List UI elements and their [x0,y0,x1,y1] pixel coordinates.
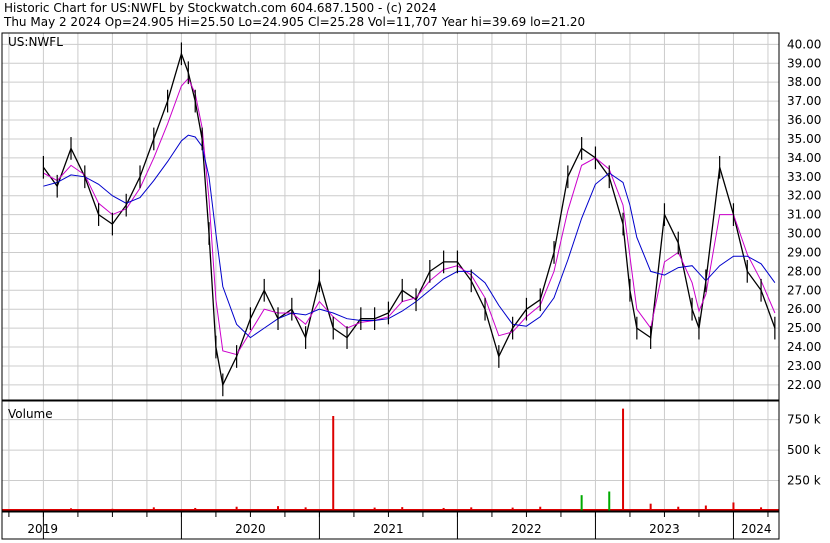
price-tick-label: 26.00 [787,302,821,316]
volume-tick-label: 750 k [787,413,821,427]
price-tick-label: 25.00 [787,321,821,335]
price-tick-label: 39.00 [787,56,821,70]
price-tick-label: 38.00 [787,75,821,89]
ma-long-line [43,134,776,339]
volume-gridlines [2,401,779,511]
year-label: 2022 [511,522,542,536]
symbol-label: US:NWFL [8,35,63,49]
year-label: 2021 [373,522,404,536]
volume-label: Volume [8,407,53,421]
volume-tick-label: 500 k [787,443,821,457]
price-tick-label: 23.00 [787,359,821,373]
price-tick-label: 34.00 [787,151,821,165]
price-tick-label: 28.00 [787,264,821,278]
axis-labels: 40.00 39.00 38.00 37.00 36.00 35.00 34.00 33.00… [8,37,821,539]
price-series [42,42,776,397]
volume-bars [2,408,779,511]
volume-tick-label: 250 k [787,474,821,488]
volume-panel-frame [1,400,780,512]
price-tick-label: 29.00 [787,245,821,259]
price-tick-label: 37.00 [787,94,821,108]
price-tick-label: 30.00 [787,227,821,241]
price-tick-label: 40.00 [787,37,821,51]
stock-chart: 40.00 39.00 38.00 37.00 36.00 35.00 34.00 33.00… [1,32,821,540]
price-tick-label: 22.00 [787,378,821,392]
year-label: 2019 [27,522,58,536]
price-tick-label: 32.00 [787,189,821,203]
price-tick-label: 33.00 [787,170,821,184]
year-label: 2020 [235,522,266,536]
price-tick-label: 36.00 [787,113,821,127]
year-label: 2024 [741,522,772,536]
price-tick-label: 35.00 [787,132,821,146]
year-label: 2023 [649,522,680,536]
price-line [42,51,776,387]
price-tick-label: 27.00 [787,283,821,297]
price-tick-label: 24.00 [787,340,821,354]
price-tick-label: 31.00 [787,208,821,222]
